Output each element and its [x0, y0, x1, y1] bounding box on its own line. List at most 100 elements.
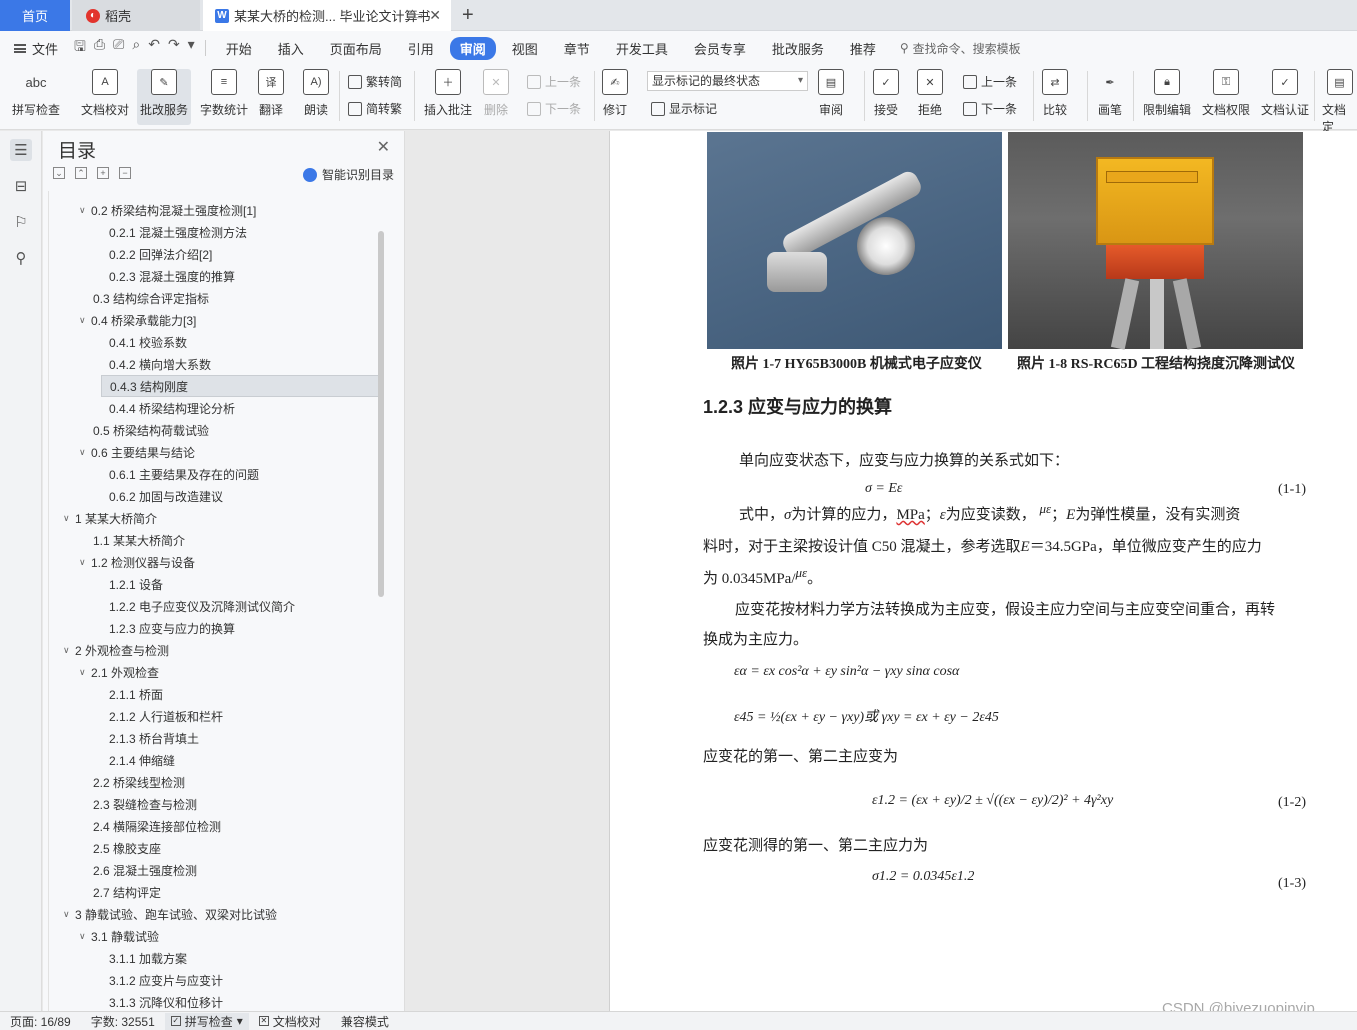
accept-button[interactable]: ✓ 接受	[873, 69, 899, 118]
toc-item[interactable]: 0.4.1 校验系数	[49, 331, 381, 353]
toc-item[interactable]: ∨ 3 静载试验、跑车试验、双梁对比试验	[49, 903, 381, 925]
simp-to-trad-button[interactable]: 简转繁	[348, 100, 402, 117]
menu-item[interactable]: 推荐	[840, 37, 886, 60]
print-icon[interactable]: ⎚	[113, 36, 124, 60]
word-count-indicator[interactable]: 字数: 32551	[81, 1013, 165, 1030]
toc-scrollbar[interactable]	[378, 231, 384, 597]
toc-item[interactable]: 0.4.2 横向增大系数	[49, 353, 381, 375]
word-count-button[interactable]: ≡ 字数统计	[200, 69, 248, 118]
toc-item[interactable]: 0.2.1 混凝土强度检测方法	[49, 221, 381, 243]
tab-document[interactable]: W 某某大桥的检测... 毕业论文计算书 ▭ ✕	[203, 0, 451, 31]
menu-item[interactable]: 会员专享	[684, 37, 756, 60]
toc-item[interactable]: 0.5 桥梁结构荷载试验	[49, 419, 381, 441]
menu-item[interactable]: 插入	[268, 37, 314, 60]
command-search[interactable]: ⚲ 查找命令、搜索模板	[900, 40, 1021, 57]
export-icon[interactable]: ⎙	[94, 36, 105, 60]
prev-comment-button[interactable]: 上一条	[527, 73, 581, 90]
toc-item[interactable]: 3.1.2 应变片与应变计	[49, 969, 381, 991]
toc-item[interactable]: 3.1.3 沉降仪和位移计	[49, 991, 381, 1011]
tab-home[interactable]: 首页	[0, 0, 70, 31]
toc-item[interactable]: ∨ 1.2 检测仪器与设备	[49, 551, 381, 573]
toc-item[interactable]: 3.1.1 加载方案	[49, 947, 381, 969]
collapse-all-icon[interactable]: ⌄	[53, 167, 65, 179]
toc-icon[interactable]: ☰	[10, 139, 32, 161]
preview-icon[interactable]: ⌕	[132, 36, 140, 60]
tab-daoke[interactable]: ◐ 稻壳	[72, 0, 200, 31]
toc-item[interactable]: ∨ 0.4 桥梁承载能力[3]	[49, 309, 381, 331]
menu-item[interactable]: 开发工具	[606, 37, 678, 60]
toc-item[interactable]: ∨ 2 外观检查与检测	[49, 639, 381, 661]
expand-level-icon[interactable]: ⌃	[75, 167, 87, 179]
smart-toc-button[interactable]: 智能识别目录	[302, 166, 394, 183]
translate-button[interactable]: 译 翻译	[258, 69, 284, 118]
toc-item[interactable]: 1.2.2 电子应变仪及沉降测试仪简介	[49, 595, 381, 617]
trad-to-simp-button[interactable]: 繁转简	[348, 73, 402, 90]
toc-item[interactable]: 2.1.4 伸缩缝	[49, 749, 381, 771]
monitor-icon[interactable]: ▭	[413, 9, 423, 22]
more-icon[interactable]: ▾	[188, 36, 195, 60]
toc-item[interactable]: ∨ 0.6 主要结果与结论	[49, 441, 381, 463]
menu-item[interactable]: 页面布局	[320, 37, 392, 60]
redo-icon[interactable]: ↷	[168, 36, 180, 60]
review-pane-button[interactable]: ▤ 审阅	[818, 69, 844, 118]
toc-item[interactable]: 2.4 横隔梁连接部位检测	[49, 815, 381, 837]
bookmark-icon[interactable]: ⚐	[10, 211, 32, 233]
chevron-down-icon[interactable]: ∨	[79, 315, 91, 326]
pen-button[interactable]: ✒ 画笔	[1097, 69, 1123, 118]
show-markup-button[interactable]: 显示标记	[651, 100, 717, 117]
toc-item[interactable]: 0.3 结构综合评定指标	[49, 287, 381, 309]
chevron-down-icon[interactable]: ∨	[63, 909, 75, 920]
toc-item[interactable]: 2.1.3 桥台背填土	[49, 727, 381, 749]
toc-item[interactable]: 0.4.4 桥梁结构理论分析	[49, 397, 381, 419]
close-icon[interactable]: ✕	[429, 7, 441, 24]
toc-item[interactable]: 2.2 桥梁线型检测	[49, 771, 381, 793]
document-page[interactable]: 照片 1-7 HY65B3000B 机械式电子应变仪 照片 1-8 RS-RC6…	[609, 131, 1357, 1011]
toc-item[interactable]: 1.1 某某大桥简介	[49, 529, 381, 551]
toc-item[interactable]: 0.4.3 结构刚度	[101, 375, 381, 397]
chevron-down-icon[interactable]: ∨	[63, 513, 75, 524]
compare-button[interactable]: ⇄ 比较	[1042, 69, 1068, 118]
menu-item[interactable]: 引用	[398, 37, 444, 60]
prev-change-button[interactable]: 上一条	[963, 73, 1017, 90]
spell-check-button[interactable]: abc 拼写检查	[12, 69, 60, 118]
page-indicator[interactable]: 页面: 16/89	[0, 1013, 81, 1030]
menu-item[interactable]: 开始	[216, 37, 262, 60]
toc-item[interactable]: 0.2.2 回弹法介绍[2]	[49, 243, 381, 265]
toc-item[interactable]: 2.6 混凝土强度检测	[49, 859, 381, 881]
doc-proof-button[interactable]: A 文档校对	[81, 69, 129, 118]
close-icon[interactable]: ✕	[377, 137, 390, 157]
chevron-down-icon[interactable]: ∨	[79, 557, 91, 568]
toc-item[interactable]: 0.2.3 混凝土强度的推算	[49, 265, 381, 287]
toc-item[interactable]: 2.1.1 桥面	[49, 683, 381, 705]
markup-state-select[interactable]: 显示标记的最终状态	[647, 71, 808, 91]
chevron-down-icon[interactable]: ∨	[79, 205, 91, 216]
menu-item[interactable]: 章节	[554, 37, 600, 60]
chevron-down-icon[interactable]: ∨	[79, 447, 91, 458]
read-aloud-button[interactable]: A) 朗读	[303, 69, 329, 118]
toc-item[interactable]: 2.3 裂缝检查与检测	[49, 793, 381, 815]
menu-item[interactable]: 视图	[502, 37, 548, 60]
toc-item[interactable]: 1.2.1 设备	[49, 573, 381, 595]
doc-cert-button[interactable]: ✓ 文档认证	[1261, 69, 1309, 118]
restrict-edit-button[interactable]: 🔒︎ 限制编辑	[1143, 69, 1191, 118]
toc-item[interactable]: ∨ 1 某某大桥简介	[49, 507, 381, 529]
toc-item[interactable]: 2.5 橡胶支座	[49, 837, 381, 859]
search-icon[interactable]: ⚲	[10, 247, 32, 269]
chevron-down-icon[interactable]: ∨	[63, 645, 75, 656]
save-icon[interactable]: 🖫	[74, 36, 86, 60]
doc-permission-button[interactable]: ⚿ 文档权限	[1202, 69, 1250, 118]
reject-button[interactable]: ✕ 拒绝	[917, 69, 943, 118]
insert-comment-button[interactable]: ＋ 插入批注	[424, 69, 472, 118]
delete-comment-button[interactable]: ✕ 删除	[483, 69, 509, 118]
toc-item[interactable]: 0.6.2 加固与改造建议	[49, 485, 381, 507]
chevron-down-icon[interactable]: ∨	[79, 667, 91, 678]
toc-item[interactable]: 0.6.1 主要结果及存在的问题	[49, 463, 381, 485]
toc-item[interactable]: 1.2.3 应变与应力的换算	[49, 617, 381, 639]
toc-item[interactable]: ∨ 3.1 静载试验	[49, 925, 381, 947]
chapter-icon[interactable]: ⊟	[10, 175, 32, 197]
menu-item[interactable]: 批改服务	[762, 37, 834, 60]
menu-item[interactable]: 审阅	[449, 36, 496, 60]
correct-service-button[interactable]: ✎ 批改服务	[137, 69, 192, 125]
add-tab-icon[interactable]: +	[462, 4, 474, 27]
track-changes-button[interactable]: ✍ 修订	[602, 69, 628, 118]
